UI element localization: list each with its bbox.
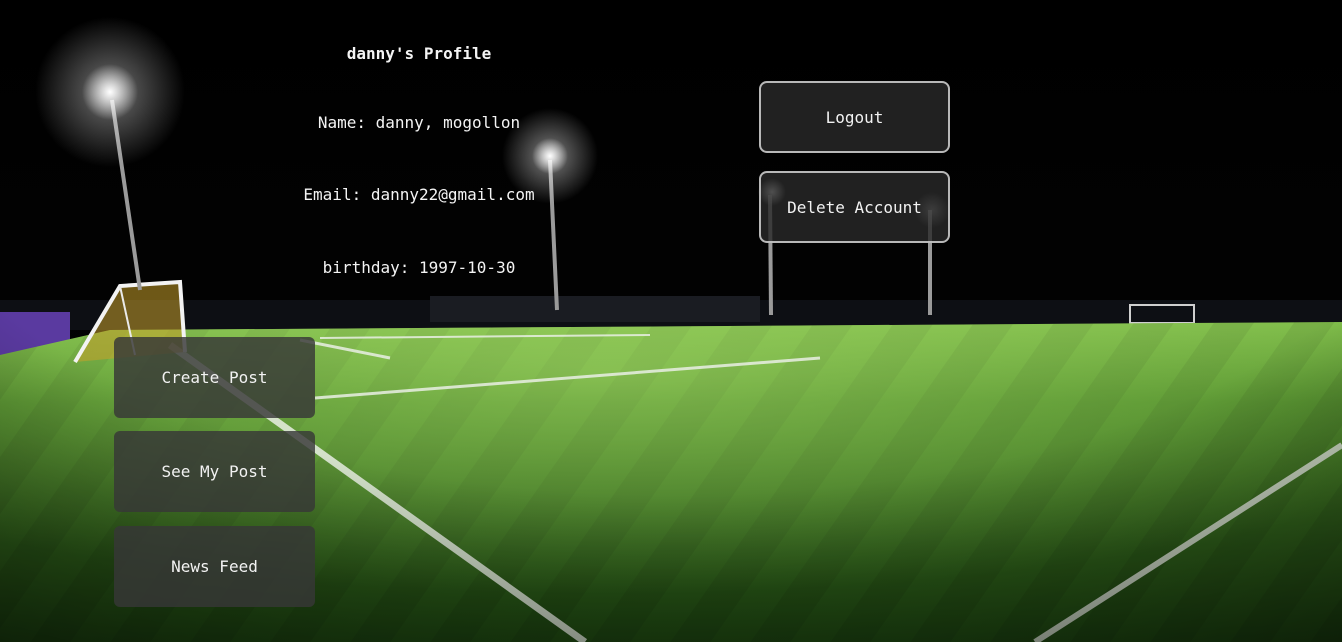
profile-title: danny's Profile: [346, 44, 492, 63]
profile-email: Email: danny22@gmail.com: [303, 185, 535, 204]
profile-birthday: birthday: 1997-10-30: [322, 258, 516, 277]
profile-name: Name: danny, mogollon: [317, 113, 521, 132]
logout-button[interactable]: Logout: [759, 81, 950, 153]
create-post-button[interactable]: Create Post: [114, 337, 315, 418]
news-feed-button[interactable]: News Feed: [114, 526, 315, 607]
see-my-post-button[interactable]: See My Post: [114, 431, 315, 512]
profile-page: danny's Profile Name: danny, mogollon Em…: [0, 0, 1342, 642]
delete-account-button[interactable]: Delete Account: [759, 171, 950, 243]
